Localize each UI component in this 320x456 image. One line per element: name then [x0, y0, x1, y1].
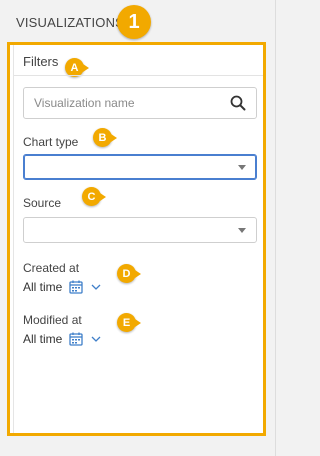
page-title: VISUALIZATIONS	[16, 15, 125, 30]
callout-badge-e-label: E	[122, 316, 131, 329]
callout-badge-d-label: D	[122, 267, 131, 280]
modified-at-picker[interactable]: All time	[23, 330, 101, 348]
step-badge-1: 1	[117, 5, 151, 39]
calendar-icon[interactable]	[69, 332, 83, 346]
callout-badge-a-label: A	[70, 61, 79, 74]
calendar-icon[interactable]	[69, 280, 83, 294]
filters-title: Filters	[23, 54, 59, 69]
filters-panel: Filters A Visualization name Chart type …	[7, 42, 266, 436]
chart-type-label: Chart type	[23, 135, 79, 149]
created-at-picker[interactable]: All time	[23, 278, 101, 296]
chart-type-select[interactable]	[23, 154, 257, 180]
step-badge-1-label: 1	[128, 10, 140, 33]
chevron-down-icon[interactable]	[238, 228, 246, 233]
source-select[interactable]	[23, 217, 257, 243]
callout-badge-c: C	[82, 187, 106, 206]
panel-divider	[14, 75, 263, 76]
modified-at-value[interactable]: All time	[23, 332, 62, 346]
search-icon[interactable]	[230, 95, 246, 111]
callout-badge-c-label: C	[87, 190, 96, 203]
chevron-down-icon[interactable]	[91, 335, 101, 343]
callout-badge-e: E	[117, 313, 141, 332]
source-label: Source	[23, 196, 62, 210]
callout-badge-b: B	[93, 128, 117, 147]
callout-badge-b-label: B	[98, 131, 107, 144]
modified-at-label: Modified at	[23, 313, 82, 327]
chevron-down-icon[interactable]	[238, 165, 246, 170]
chevron-down-icon[interactable]	[91, 283, 101, 291]
created-at-label: Created at	[23, 261, 80, 275]
created-at-value[interactable]: All time	[23, 280, 62, 294]
right-edge	[275, 0, 276, 456]
search-input[interactable]: Visualization name	[34, 96, 135, 110]
panel-inner-border	[13, 45, 14, 433]
search-field[interactable]: Visualization name	[23, 87, 257, 119]
callout-badge-d: D	[117, 264, 141, 283]
